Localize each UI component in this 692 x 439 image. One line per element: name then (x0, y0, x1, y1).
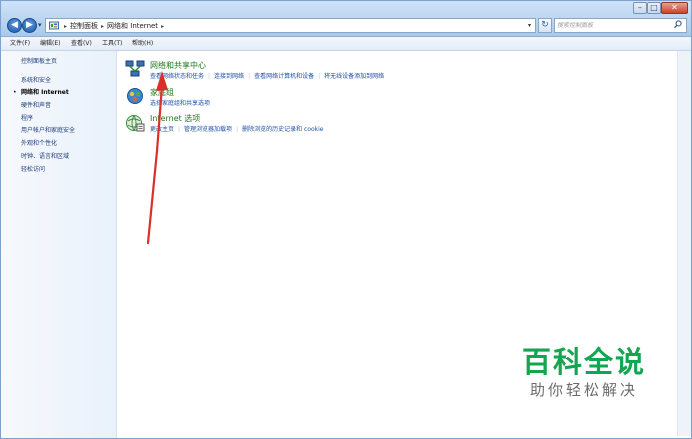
task-link-view-network-status[interactable]: 查看网络状态和任务 (150, 73, 204, 80)
menu-file[interactable]: 文件(F) (10, 39, 30, 49)
watermark-tagline: 助你轻松解决 (529, 381, 638, 399)
breadcrumb-item-network-internet[interactable]: 网络和 Internet (107, 22, 158, 30)
search-box[interactable] (554, 18, 687, 33)
menu-view[interactable]: 查看(V) (71, 39, 92, 49)
sidebar-item-ease-of-access[interactable]: 轻松访问 (21, 165, 45, 174)
control-panel-window: – □ ✕ ◀ ▶ ▾ ▸控制面板▸网络和 Internet▸ ▾ ↻ (0, 0, 692, 439)
menu-edit[interactable]: 编辑(E) (40, 39, 60, 49)
sidebar-item-system-security[interactable]: 系统和安全 (21, 76, 51, 85)
minimize-button[interactable]: – (633, 2, 647, 14)
search-input[interactable] (557, 20, 669, 31)
task-link-add-wireless-device[interactable]: 将无线设备添加到网络 (324, 73, 384, 80)
task-link-connect-to-network[interactable]: 连接到网络 (214, 73, 244, 80)
vertical-scrollbar[interactable] (677, 51, 691, 436)
task-separator: | (178, 126, 181, 133)
category-title-homegroup[interactable]: 家庭组 (150, 87, 174, 98)
menu-bar: 文件(F) 编辑(E) 查看(V) 工具(T) 帮助(H) (1, 37, 691, 51)
sidebar-item-appearance[interactable]: 外观和个性化 (21, 139, 57, 148)
breadcrumb-chevron-icon[interactable]: ▸ (161, 23, 164, 30)
breadcrumb-item-control-panel[interactable]: 控制面板 (70, 22, 98, 30)
control-panel-icon (49, 21, 59, 31)
refresh-button[interactable]: ↻ (538, 18, 552, 33)
menu-help[interactable]: 帮助(H) (132, 39, 153, 49)
menu-tools[interactable]: 工具(T) (102, 39, 122, 49)
task-separator: | (236, 126, 239, 133)
back-button[interactable]: ◀ (7, 18, 22, 33)
sidebar-item-clock-language-region[interactable]: 时钟、语言和区域 (21, 152, 69, 161)
breadcrumb-chevron-icon[interactable]: ▸ (101, 23, 104, 30)
task-separator: | (208, 73, 211, 80)
title-bar: – □ ✕ ◀ ▶ ▾ ▸ 控制面板 ▸ 网络和 Internet ▸ ▾ ↻ (1, 1, 691, 37)
breadcrumb-chevron-icon[interactable]: ▸ (64, 23, 67, 30)
sidebar-item-user-accounts[interactable]: 用户帐户和家庭安全 (21, 126, 75, 135)
task-list-network-sharing-center: 查看网络状态和任务 | 连接到网络 | 查看网络计算机和设备 | 将无线设备添加到网络 (150, 72, 384, 81)
sidebar-item-control-panel-home[interactable]: 控制面板主页 (21, 57, 57, 66)
network-sharing-center-icon[interactable] (125, 60, 145, 78)
task-link-change-home-page[interactable]: 更改主页 (150, 126, 174, 133)
sidebar-item-network-internet: 网络和 Internet (21, 89, 69, 96)
address-bar[interactable]: ▸ 控制面板 ▸ 网络和 Internet ▸ ▾ (45, 18, 536, 33)
search-icon[interactable] (674, 20, 682, 33)
forward-button[interactable]: ▶ (22, 18, 37, 33)
navigation-sidebar: 控制面板主页 系统和安全 • 网络和 Internet 硬件和声音 程序 用户帐… (1, 51, 117, 438)
category-title-network-sharing-center[interactable]: 网络和共享中心 (150, 60, 206, 71)
maximize-button[interactable]: □ (647, 2, 661, 14)
task-list-homegroup: 选择家庭组和共享选项 (150, 99, 210, 108)
watermark-brand-text: 百科全说 (521, 345, 646, 379)
homegroup-icon[interactable] (125, 87, 145, 105)
watermark-logo: 百科全说 助你轻松解决 (509, 345, 659, 411)
sidebar-item-hardware-sound[interactable]: 硬件和声音 (21, 101, 51, 110)
task-link-homegroup-sharing-options[interactable]: 选择家庭组和共享选项 (150, 100, 210, 107)
current-category-bullet: • (13, 89, 17, 96)
recent-pages-dropdown[interactable]: ▾ (38, 21, 42, 29)
task-link-delete-browsing-history[interactable]: 删除浏览的历史记录和 cookie (242, 126, 323, 133)
sidebar-item-programs[interactable]: 程序 (21, 114, 33, 123)
task-separator: | (248, 73, 251, 80)
internet-options-icon[interactable] (125, 114, 145, 132)
task-separator: | (318, 73, 321, 80)
task-link-manage-browser-addons[interactable]: 管理浏览器加载项 (184, 126, 232, 133)
task-list-internet-options: 更改主页 | 管理浏览器加载项 | 删除浏览的历史记录和 cookie (150, 125, 323, 134)
close-button[interactable]: ✕ (661, 2, 688, 14)
category-title-internet-options[interactable]: Internet 选项 (150, 113, 200, 124)
breadcrumb: ▸ 控制面板 ▸ 网络和 Internet ▸ (61, 21, 167, 32)
task-link-view-network-computers[interactable]: 查看网络计算机和设备 (254, 73, 314, 80)
address-dropdown-icon[interactable]: ▾ (528, 21, 531, 31)
